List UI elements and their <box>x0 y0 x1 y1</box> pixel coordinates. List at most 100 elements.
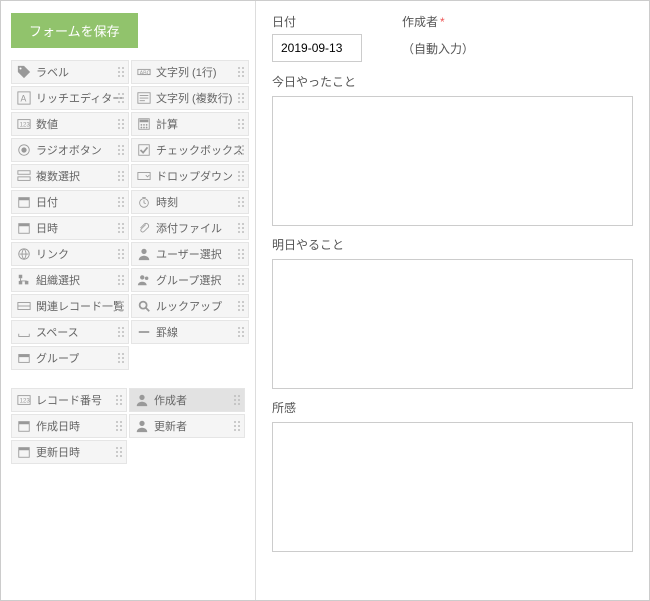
palette-item-editor[interactable]: Aリッチエディター <box>11 86 129 110</box>
palette-item-label: ラベル <box>36 64 69 80</box>
drag-grip-icon <box>117 170 125 182</box>
palette-item-label: 組織選択 <box>36 272 80 288</box>
field-creator: 作成者* （自動入力） <box>402 13 474 63</box>
palette-item-label: 文字列 (複数行) <box>156 90 232 106</box>
drag-grip-icon <box>117 196 125 208</box>
palette-grid: ラベルABC文字列 (1行)Aリッチエディター文字列 (複数行)123数値計算ラ… <box>11 60 245 370</box>
space-icon <box>16 324 32 340</box>
textarea-thoughts[interactable] <box>272 422 633 552</box>
palette-item-label: 時刻 <box>156 194 178 210</box>
palette-item-groupsel[interactable]: グループ選択 <box>131 268 249 292</box>
palette-item-label: 作成日時 <box>36 418 80 434</box>
group-icon <box>16 350 32 366</box>
palette-item-cdate[interactable]: 作成日時 <box>11 414 127 438</box>
palette-item-label: レコード番号 <box>36 392 102 408</box>
palette-item-label: 罫線 <box>156 324 178 340</box>
palette-item-recno[interactable]: 123レコード番号 <box>11 388 127 412</box>
palette-item-multi[interactable]: 複数選択 <box>11 164 129 188</box>
palette-item-updater[interactable]: 更新者 <box>129 414 245 438</box>
palette-item-dropdown[interactable]: ドロップダウン <box>131 164 249 188</box>
palette-item-label: 日時 <box>36 220 58 236</box>
palette-item-label: ドロップダウン <box>156 168 233 184</box>
palette-item-user[interactable]: ユーザー選択 <box>131 242 249 266</box>
textm-icon <box>136 90 152 106</box>
date-label: 日付 <box>272 13 362 30</box>
palette-item-line[interactable]: 罫線 <box>131 320 249 344</box>
palette-item-number[interactable]: 123数値 <box>11 112 129 136</box>
text1-icon: ABC <box>136 64 152 80</box>
line-icon <box>136 324 152 340</box>
datetime-icon <box>16 220 32 236</box>
palette-item-date[interactable]: 日付 <box>11 190 129 214</box>
textarea-tomorrow[interactable] <box>272 259 633 389</box>
palette-item-time[interactable]: 時刻 <box>131 190 249 214</box>
date-icon <box>16 194 32 210</box>
dropdown-icon <box>136 168 152 184</box>
palette-item-lookup[interactable]: ルックアップ <box>131 294 249 318</box>
recno-icon: 123 <box>16 392 32 408</box>
palette-item-org[interactable]: 組織選択 <box>11 268 129 292</box>
palette-item-check[interactable]: チェックボックス <box>131 138 249 162</box>
palette-item-link[interactable]: リンク <box>11 242 129 266</box>
drag-grip-icon <box>115 446 123 458</box>
calc-icon <box>136 116 152 132</box>
palette-item-related[interactable]: 関連レコード一覧 <box>11 294 129 318</box>
drag-grip-icon <box>233 394 241 406</box>
palette-item-tag[interactable]: ラベル <box>11 60 129 84</box>
palette-item-space[interactable]: スペース <box>11 320 129 344</box>
drag-grip-icon <box>117 274 125 286</box>
drag-grip-icon <box>115 420 123 432</box>
drag-grip-icon <box>115 394 123 406</box>
drag-grip-icon <box>117 118 125 130</box>
related-icon <box>16 298 32 314</box>
palette-item-label: 作成者 <box>154 392 187 408</box>
drag-grip-icon <box>117 326 125 338</box>
form-canvas: 日付 作成者* （自動入力） 今日やったこと 明日やること 所感 <box>255 1 649 600</box>
palette-item-label: ラジオボタン <box>36 142 102 158</box>
editor-icon: A <box>16 90 32 106</box>
section-label-2: 明日やること <box>272 236 633 253</box>
drag-grip-icon <box>117 352 125 364</box>
palette-item-label: リンク <box>36 246 69 262</box>
palette-item-label: グループ選択 <box>156 272 221 288</box>
palette-item-group[interactable]: グループ <box>11 346 129 370</box>
drag-grip-icon <box>117 300 125 312</box>
drag-grip-icon <box>237 170 245 182</box>
svg-text:A: A <box>21 94 27 104</box>
tag-icon <box>16 64 32 80</box>
palette-item-label: 複数選択 <box>36 168 80 184</box>
drag-grip-icon <box>117 144 125 156</box>
save-form-button[interactable]: フォームを保存 <box>11 13 138 48</box>
palette-item-textm[interactable]: 文字列 (複数行) <box>131 86 249 110</box>
check-icon <box>136 142 152 158</box>
radio-icon <box>16 142 32 158</box>
palette-item-label: 更新日時 <box>36 444 80 460</box>
drag-grip-icon <box>117 248 125 260</box>
number-icon: 123 <box>16 116 32 132</box>
palette-item-udate[interactable]: 更新日時 <box>11 440 127 464</box>
palette-item-radio[interactable]: ラジオボタン <box>11 138 129 162</box>
creator-icon <box>134 392 150 408</box>
date-input[interactable] <box>272 34 362 62</box>
palette-item-datetime[interactable]: 日時 <box>11 216 129 240</box>
palette-item-label: 関連レコード一覧 <box>36 298 124 314</box>
palette-item-text1[interactable]: ABC 文字列 (1行) <box>131 60 249 84</box>
palette-item-creator[interactable]: 作成者 <box>129 388 245 412</box>
section-label-3: 所感 <box>272 399 633 416</box>
palette-item-calc[interactable]: 計算 <box>131 112 249 136</box>
palette-item-attach[interactable]: 添付ファイル <box>131 216 249 240</box>
palette-item-label: 文字列 (1行) <box>156 64 217 80</box>
palette-item-label: グループ <box>36 350 79 366</box>
palette-item-label: ユーザー選択 <box>156 246 222 262</box>
drag-grip-icon <box>237 144 245 156</box>
palette-item-label: ルックアップ <box>156 298 222 314</box>
drag-grip-icon <box>237 222 245 234</box>
textarea-today[interactable] <box>272 96 633 226</box>
drag-grip-icon <box>117 92 125 104</box>
svg-text:ABC: ABC <box>140 71 151 77</box>
palette-item-label: スペース <box>36 324 79 340</box>
drag-grip-icon <box>233 420 241 432</box>
drag-grip-icon <box>237 274 245 286</box>
field-date: 日付 <box>272 13 362 63</box>
palette-system-grid: 123レコード番号 作成者作成日時 更新者更新日時 <box>11 388 245 464</box>
